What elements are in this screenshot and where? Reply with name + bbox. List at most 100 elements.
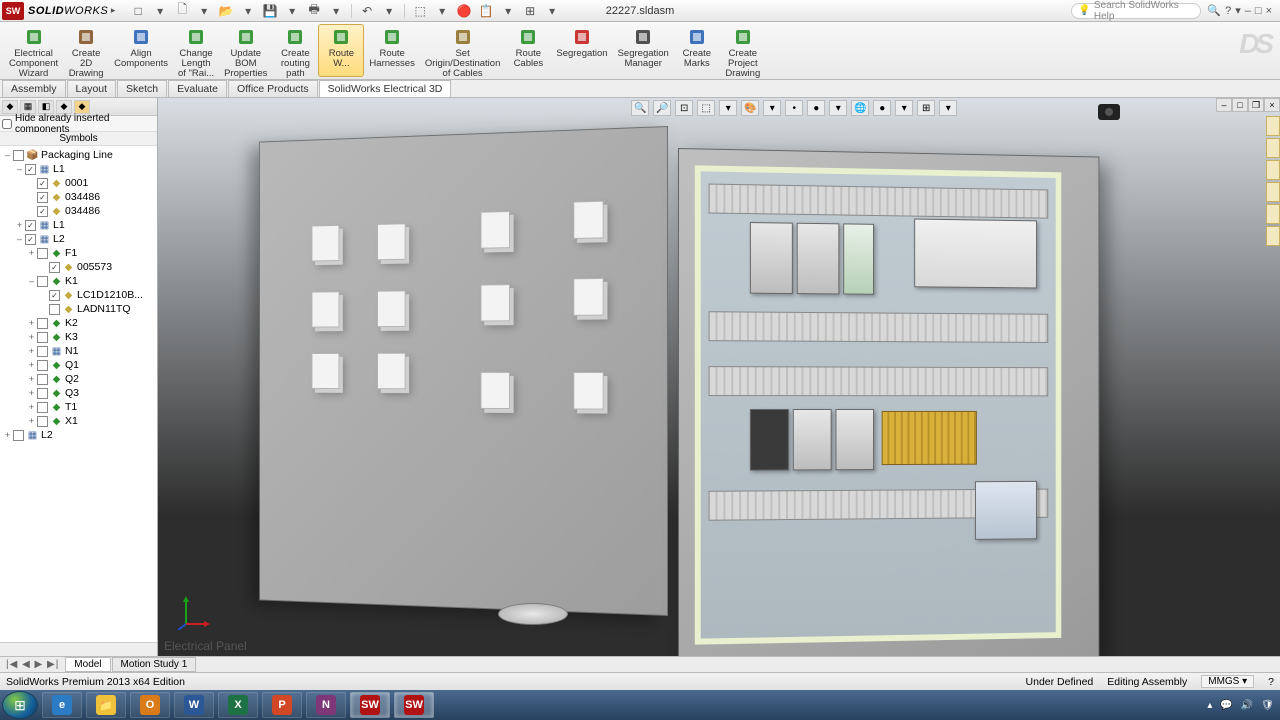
tree-node[interactable]: –◆K1: [2, 274, 157, 288]
tree-checkbox[interactable]: ✓: [49, 262, 60, 273]
task-pane-tab[interactable]: [1266, 116, 1280, 136]
tray-icon[interactable]: 🛡: [1261, 700, 1274, 711]
taskbar-app[interactable]: X: [218, 692, 258, 718]
tree-node[interactable]: –📦Packaging Line: [2, 148, 157, 162]
tree-checkbox[interactable]: [37, 276, 48, 287]
tree-checkbox[interactable]: ✓: [25, 164, 36, 175]
task-pane-tab[interactable]: [1266, 160, 1280, 180]
panel-scrollbar[interactable]: [0, 642, 157, 656]
window-control-icon[interactable]: –: [1243, 5, 1253, 17]
tree-node[interactable]: ✓◆034486: [2, 204, 157, 218]
qat-button[interactable]: ▾: [150, 3, 170, 19]
tree-checkbox[interactable]: ✓: [37, 192, 48, 203]
ribbon-button[interactable]: Createroutingpath: [272, 24, 318, 77]
qat-button[interactable]: ⊞: [520, 3, 540, 19]
ribbon-button[interactable]: UpdateBOMProperties: [219, 24, 272, 77]
viewport-tool-button[interactable]: ⬚: [697, 100, 715, 116]
tree-node[interactable]: +◆Q3: [2, 386, 157, 400]
model-tab[interactable]: Model: [65, 657, 110, 672]
ribbon-tab[interactable]: Layout: [67, 80, 117, 97]
qat-button[interactable]: ▾: [542, 3, 562, 19]
taskbar-app[interactable]: SW: [394, 692, 434, 718]
viewport-tool-button[interactable]: ⊡: [675, 100, 693, 116]
window-control-icon[interactable]: ?: [1223, 5, 1233, 17]
taskbar-app[interactable]: P: [262, 692, 302, 718]
tree-node[interactable]: +◆K3: [2, 330, 157, 344]
task-pane-tab[interactable]: [1266, 226, 1280, 246]
viewport-tool-button[interactable]: ▾: [763, 100, 781, 116]
model-nav-buttons[interactable]: |◀ ◀ ▶ ▶|: [0, 659, 65, 670]
tree-node[interactable]: +◆K2: [2, 316, 157, 330]
feature-tree[interactable]: –📦Packaging Line–✓▦L1✓◆0001✓◆034486✓◆034…: [0, 146, 157, 642]
hide-inserted-checkbox-row[interactable]: Hide already inserted components: [0, 116, 157, 132]
panel-tab-icon[interactable]: ▦: [20, 100, 36, 114]
panel-tab-icon[interactable]: ◆: [2, 100, 18, 114]
qat-button[interactable]: ▾: [432, 3, 452, 19]
viewport-tool-button[interactable]: ●: [807, 100, 825, 116]
ribbon-button[interactable]: Create2DDrawing: [63, 24, 109, 77]
ribbon-tab[interactable]: Assembly: [2, 80, 66, 97]
viewport-tool-button[interactable]: ⊞: [917, 100, 935, 116]
qat-button[interactable]: 🗋: [172, 3, 192, 19]
viewport-tool-button[interactable]: 🔍: [631, 100, 649, 116]
tree-node[interactable]: +◆Q1: [2, 358, 157, 372]
window-control-icon[interactable]: ×: [1264, 5, 1274, 17]
tree-checkbox[interactable]: ✓: [37, 178, 48, 189]
tree-checkbox[interactable]: [37, 332, 48, 343]
taskbar-app[interactable]: N: [306, 692, 346, 718]
taskbar-app[interactable]: O: [130, 692, 170, 718]
tree-checkbox[interactable]: ✓: [37, 206, 48, 217]
ribbon-button[interactable]: ElectricalComponentWizard: [4, 24, 63, 77]
ribbon-tab[interactable]: Office Products: [228, 80, 318, 97]
tree-node[interactable]: +◆T1: [2, 400, 157, 414]
panel-tab-icon[interactable]: ◆: [56, 100, 72, 114]
status-help-icon[interactable]: ?: [1268, 676, 1274, 688]
status-units[interactable]: MMGS ▾: [1201, 675, 1254, 688]
ribbon-tab[interactable]: Evaluate: [168, 80, 227, 97]
ribbon-button[interactable]: CreateMarks: [674, 24, 720, 77]
tree-checkbox[interactable]: [13, 430, 24, 441]
qat-button[interactable]: ▾: [498, 3, 518, 19]
ribbon-button[interactable]: CreateProjectDrawing: [720, 24, 766, 77]
tree-checkbox[interactable]: ✓: [25, 220, 36, 231]
tree-node[interactable]: –✓▦L2: [2, 232, 157, 246]
qat-button[interactable]: 📂: [216, 3, 236, 19]
tree-checkbox[interactable]: [37, 416, 48, 427]
ribbon-button[interactable]: AlignComponents: [109, 24, 173, 77]
tray-icon[interactable]: ▴: [1207, 700, 1212, 711]
orientation-triad[interactable]: [176, 596, 210, 630]
viewport-tool-button[interactable]: 🎨: [741, 100, 759, 116]
tree-checkbox[interactable]: [37, 374, 48, 385]
tree-checkbox[interactable]: ✓: [25, 234, 36, 245]
ribbon-tab[interactable]: Sketch: [117, 80, 167, 97]
tree-node[interactable]: ✓◆034486: [2, 190, 157, 204]
viewport-tool-button[interactable]: ▾: [829, 100, 847, 116]
tree-node[interactable]: ✓◆005573: [2, 260, 157, 274]
viewport-tool-button[interactable]: ●: [873, 100, 891, 116]
tree-node[interactable]: +◆X1: [2, 414, 157, 428]
task-pane-tab[interactable]: [1266, 204, 1280, 224]
tree-node[interactable]: +◆F1: [2, 246, 157, 260]
taskbar-app[interactable]: SW: [350, 692, 390, 718]
taskbar-app[interactable]: e: [42, 692, 82, 718]
viewport-max-icon[interactable]: □: [1232, 98, 1248, 112]
qat-button[interactable]: □: [128, 3, 148, 19]
viewport-tool-button[interactable]: ▾: [939, 100, 957, 116]
viewport-3d[interactable]: 🔍🔎⊡⬚▾🎨▾•●▾🌐●▾⊞▾ – □ ❐ ×: [158, 98, 1280, 656]
viewport-tool-button[interactable]: •: [785, 100, 803, 116]
tree-checkbox[interactable]: [37, 248, 48, 259]
tree-checkbox[interactable]: [13, 150, 24, 161]
tree-checkbox[interactable]: [37, 402, 48, 413]
tree-checkbox[interactable]: ✓: [49, 290, 60, 301]
tree-node[interactable]: ✓◆LC1D1210B...: [2, 288, 157, 302]
tree-node[interactable]: ✓◆0001: [2, 176, 157, 190]
ribbon-button[interactable]: RouteW...: [318, 24, 364, 77]
qat-button[interactable]: 📋: [476, 3, 496, 19]
tree-checkbox[interactable]: [37, 388, 48, 399]
tree-checkbox[interactable]: [37, 360, 48, 371]
tree-checkbox[interactable]: [37, 346, 48, 357]
ribbon-button[interactable]: SetOrigin/Destinationof Cables: [420, 24, 506, 77]
brand-menu-dropdown[interactable]: ▸: [108, 5, 118, 16]
ribbon-button[interactable]: Segregation: [551, 24, 612, 77]
hide-inserted-checkbox[interactable]: [2, 119, 12, 129]
